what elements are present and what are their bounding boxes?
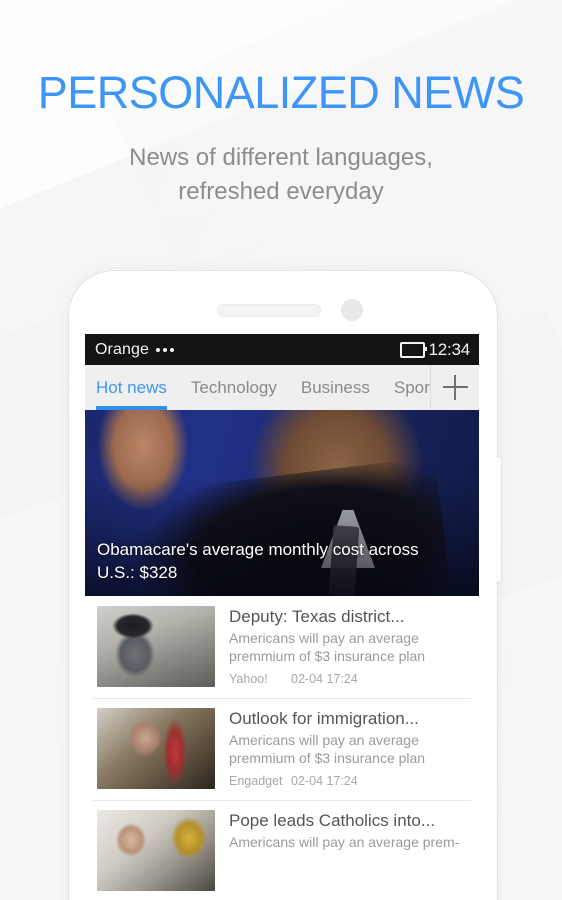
tab-sports[interactable]: Sports (394, 365, 430, 410)
page-title: PERSONALIZED NEWS (37, 67, 525, 118)
carrier-area: Orange (95, 341, 174, 359)
phone-power-button[interactable] (496, 456, 502, 583)
carrier-label: Orange (95, 340, 149, 358)
add-tab-button[interactable] (430, 365, 479, 410)
featured-headline-line-1: Obamacare's average monthly cost across (97, 540, 419, 559)
status-clock: 12:34 (428, 339, 470, 359)
status-right-area: 12:34 (400, 340, 470, 360)
article-thumbnail (97, 810, 215, 891)
article-timestamp: 02-04 17:24 (291, 672, 358, 686)
signal-dots-icon (155, 347, 174, 352)
featured-headline-line-2: U.S.: $328 (97, 563, 178, 582)
featured-article[interactable]: Obamacare's average monthly cost across … (85, 410, 479, 596)
article-body: Pope leads Catholics into... Americans w… (215, 810, 467, 891)
article-timestamp: 02-04 17:24 (291, 774, 358, 788)
article-thumbnail (97, 606, 215, 687)
subtitle-line-1: News of different languages, (129, 144, 433, 171)
phone-earpiece-speaker (217, 304, 321, 317)
article-meta: Engadget 02-04 17:24 (229, 774, 467, 788)
tab-technology[interactable]: Technology (191, 365, 277, 410)
article-summary: Americans will pay an average premmium o… (229, 732, 426, 766)
promo-page: PERSONALIZED NEWS News of different lang… (0, 0, 562, 900)
tab-label: Hot news (96, 377, 167, 397)
article-source: Engadget (229, 774, 283, 788)
article-source: Yahoo! (229, 672, 268, 686)
tab-hot-news[interactable]: Hot news (96, 365, 167, 410)
article-body: Outlook for immigration... Americans wil… (215, 708, 467, 789)
list-item[interactable]: Deputy: Texas district... Americans will… (85, 596, 479, 698)
category-tab-bar: Hot news Technology Business Sports (85, 365, 479, 410)
tab-label: Technology (190, 377, 277, 397)
tab-business[interactable]: Business (301, 365, 370, 410)
featured-article-caption: Obamacare's average monthly cost across … (85, 538, 479, 596)
list-item[interactable]: Outlook for immigration... Americans wil… (85, 698, 479, 800)
battery-icon (400, 341, 428, 358)
tab-label: Business (300, 377, 370, 397)
news-list: Deputy: Texas district... Americans will… (85, 596, 479, 900)
article-title: Deputy: Texas district... (229, 607, 405, 626)
article-meta: Yahoo! 02-04 17:24 (229, 672, 467, 686)
article-summary: Americans will pay an average premmium o… (229, 630, 426, 664)
article-summary: Americans will pay an average prem- (229, 834, 460, 850)
phone-mockup: Orange 12:34 Hot news Technology Busines… (68, 270, 502, 900)
phone-screen: Orange 12:34 Hot news Technology Busines… (85, 334, 479, 900)
article-title: Pope leads Catholics into... (229, 811, 436, 830)
subtitle-line-2: refreshed everyday (178, 178, 384, 205)
plus-icon (442, 375, 468, 400)
article-title: Outlook for immigration... (229, 709, 419, 728)
article-thumbnail (97, 708, 215, 789)
phone-front-camera-icon (341, 299, 363, 321)
list-item[interactable]: Pope leads Catholics into... Americans w… (85, 800, 479, 900)
promo-headline-block: PERSONALIZED NEWS News of different lang… (0, 70, 562, 209)
page-subtitle: News of different languages, refreshed e… (0, 141, 562, 209)
tab-scroll-area[interactable]: Hot news Technology Business Sports (85, 365, 430, 410)
tab-label: Sports (393, 377, 430, 397)
article-body: Deputy: Texas district... Americans will… (215, 606, 467, 687)
status-bar: Orange 12:34 (85, 334, 479, 365)
